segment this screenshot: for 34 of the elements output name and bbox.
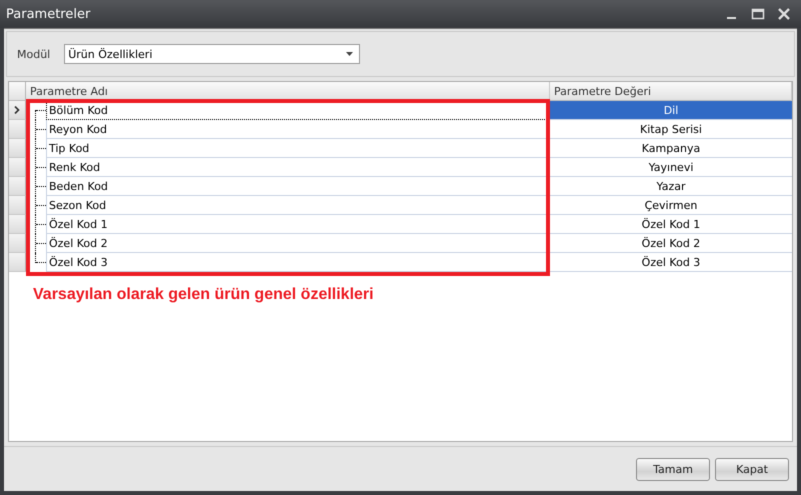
caret-icon [346, 52, 354, 56]
tree-connector [35, 215, 46, 234]
window-title: Parametreler [6, 6, 90, 22]
table-cell[interactable]: Beden Kod [46, 177, 549, 196]
table-cell[interactable]: Kitap Serisi [550, 120, 792, 139]
field-label: Modül [17, 48, 50, 60]
table-cell[interactable]: Renk Kod [46, 158, 549, 177]
tree-connector [35, 196, 46, 215]
close-icon[interactable] [777, 8, 791, 20]
table-cell[interactable]: Kampanya [550, 139, 792, 158]
module-dropdown[interactable]: Ürün Özellikleri [64, 44, 360, 64]
chevron-icon [14, 106, 20, 114]
table-cell[interactable]: Dil [550, 101, 792, 120]
table-cell[interactable]: Çevirmen [550, 196, 792, 215]
table-cell[interactable]: Reyon Kod [46, 120, 549, 139]
table-cell[interactable]: Tip Kod [46, 139, 549, 158]
table-cell[interactable]: Özel Kod 2 [550, 234, 792, 253]
tree-connector [35, 177, 46, 196]
row-indicator[interactable] [9, 101, 26, 120]
maximize-icon[interactable] [751, 8, 765, 20]
table-cell[interactable]: Sezon Kod [46, 196, 549, 215]
table-cell[interactable]: Özel Kod 3 [550, 253, 792, 272]
table-cell[interactable]: Özel Kod 1 [550, 215, 792, 234]
table-cell[interactable]: Özel Kod 1 [46, 215, 549, 234]
table-cell[interactable]: Yazar [550, 177, 792, 196]
dialog-button[interactable]: Kapat [715, 458, 789, 480]
tree-connector [35, 158, 46, 177]
annotation-text: Varsayılan olarak gelen ürün genel özellikleri [33, 286, 374, 304]
tree-connector [35, 139, 46, 158]
column-header[interactable]: Parametre Değeri [550, 82, 792, 101]
table-cell[interactable]: Özel Kod 2 [46, 234, 549, 253]
dialog-button[interactable]: Tamam [636, 458, 710, 480]
table-cell[interactable]: Özel Kod 3 [46, 253, 549, 272]
table-cell[interactable]: Yayınevi [550, 158, 792, 177]
